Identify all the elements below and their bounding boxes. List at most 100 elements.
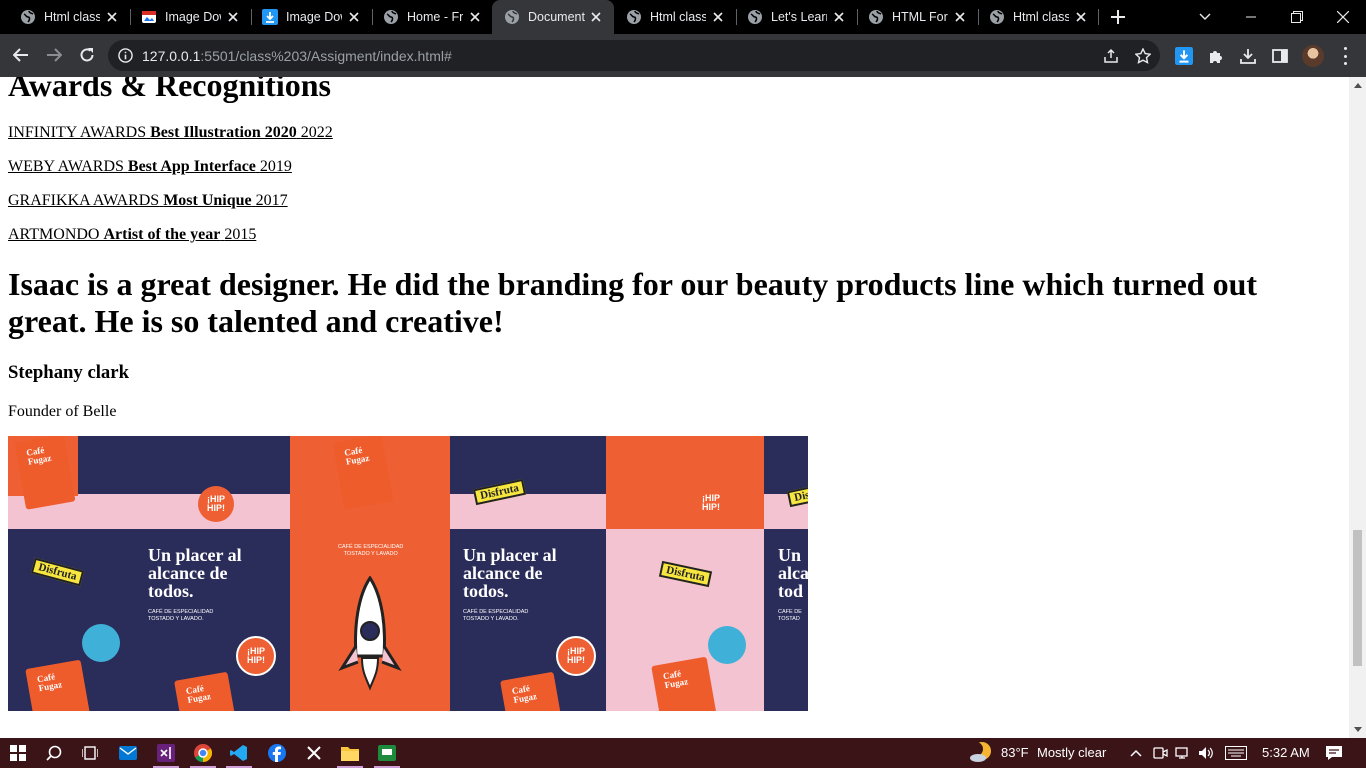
url-text[interactable]: 127.0.0.1:5501/class%203/Assigment/index… — [142, 48, 452, 64]
meet-now-icon[interactable] — [1150, 743, 1170, 763]
file-explorer-icon[interactable] — [340, 743, 360, 763]
award-link[interactable]: ARTMONDO Artist of the year 2015 — [8, 226, 256, 244]
green-app-icon[interactable] — [377, 743, 397, 763]
keyboard-icon[interactable] — [1224, 743, 1248, 763]
coffee-bag-label: Café Fugaz — [36, 671, 63, 694]
forward-button[interactable] — [42, 43, 66, 67]
award-category: Most Unique — [163, 192, 252, 209]
tab-image-download-2[interactable]: Image Dow — [242, 0, 372, 34]
volume-icon[interactable] — [1196, 743, 1216, 763]
close-icon[interactable] — [710, 9, 726, 25]
banner-subtext: CAFÉ DE ESPECIALIDAD TOSTADO Y LAVADO. — [463, 609, 529, 622]
address-bar[interactable]: 127.0.0.1:5501/class%203/Assigment/index… — [108, 40, 1160, 71]
bookmark-star-icon[interactable] — [1134, 47, 1152, 65]
close-icon[interactable] — [225, 9, 241, 25]
globe-icon — [383, 9, 399, 25]
arrow-left-icon — [13, 48, 28, 62]
downloads-icon[interactable] — [1238, 46, 1258, 66]
download-extension-icon[interactable] — [1174, 46, 1194, 66]
profile-avatar[interactable] — [1302, 45, 1324, 67]
info-icon[interactable] — [118, 48, 133, 63]
tab-title: Home - Fr — [407, 10, 463, 24]
close-icon[interactable] — [346, 9, 362, 25]
award-link[interactable]: WEBY AWARDS Best App Interface 2019 — [8, 158, 292, 176]
testimonial-quote: Isaac is a great designer. He did the br… — [8, 266, 1258, 339]
tab-html-class-1[interactable]: Html class — [0, 0, 130, 34]
restore-button[interactable] — [1274, 0, 1320, 34]
chevron-up-icon[interactable] — [1126, 743, 1146, 763]
close-icon[interactable] — [467, 9, 483, 25]
coffee-bag: Café Fugaz — [651, 656, 717, 711]
clock-time[interactable]: 5:32 AM — [1262, 745, 1310, 760]
tab-title: Html class — [650, 10, 706, 24]
reload-button[interactable] — [75, 43, 99, 67]
tab-document[interactable]: Document — [492, 0, 614, 34]
tab-title: Html class — [1013, 10, 1069, 24]
banner-center-tag: CAFÉ DE ESPECIALIDAD TOSTADO Y LAVADO — [338, 544, 404, 557]
mail-icon[interactable] — [118, 743, 138, 763]
download-arrow-icon — [262, 9, 278, 25]
extensions-puzzle-icon[interactable] — [1206, 46, 1226, 66]
new-tab-button[interactable] — [1108, 7, 1128, 27]
award-link[interactable]: INFINITY AWARDS Best Illustration 2020 2… — [8, 124, 333, 142]
tab-lets-learn[interactable]: Let's Learn — [727, 0, 857, 34]
tab-html-class-3[interactable]: Html class — [969, 0, 1099, 34]
scroll-down-arrow-icon[interactable] — [1353, 725, 1362, 734]
facebook-icon[interactable] — [267, 743, 287, 763]
back-button[interactable] — [9, 43, 33, 67]
tab-home[interactable]: Home - Fr — [363, 0, 493, 34]
banner-headline: Un placer al alcance de todos. — [148, 545, 242, 601]
x-app-icon[interactable] — [304, 743, 324, 763]
page-scrollbar[interactable] — [1349, 77, 1366, 738]
page-viewport: Awards & Recognitions INFINITY AWARDS Be… — [0, 77, 1349, 738]
award-org: GRAFIKKA AWARDS — [8, 192, 160, 209]
award-year: 2019 — [259, 158, 292, 175]
close-icon[interactable] — [104, 9, 120, 25]
tab-search-button[interactable] — [1182, 0, 1228, 34]
restore-icon — [1291, 11, 1303, 23]
close-icon[interactable] — [952, 9, 968, 25]
windows-start-icon[interactable] — [8, 743, 28, 763]
visual-studio-icon[interactable] — [156, 743, 176, 763]
tab-title: Let's Learn — [771, 10, 827, 24]
vscode-icon[interactable] — [229, 743, 249, 763]
weather-condition[interactable]: Mostly clear — [1037, 745, 1106, 760]
image-icon — [141, 9, 157, 25]
tab-title: HTML Form — [892, 10, 948, 24]
menu-kebab-icon[interactable] — [1342, 47, 1348, 65]
tab-html-form[interactable]: HTML Form — [848, 0, 978, 34]
award-link[interactable]: GRAFIKKA AWARDS Most Unique 2017 — [8, 192, 288, 210]
share-icon[interactable] — [1102, 47, 1120, 65]
globe-icon — [20, 9, 36, 25]
weather-moon-icon[interactable] — [968, 741, 992, 765]
close-icon[interactable] — [1073, 9, 1089, 25]
task-view-icon[interactable] — [80, 743, 100, 763]
windows-taskbar: 83°F Mostly clear 5:32 AM — [0, 738, 1366, 768]
hip-hip-badge: ¡HIP HIP! — [556, 636, 596, 676]
globe-icon — [868, 9, 884, 25]
minimize-icon — [1246, 16, 1256, 18]
close-icon[interactable] — [588, 9, 604, 25]
side-panel-icon[interactable] — [1270, 46, 1290, 66]
chrome-icon[interactable] — [193, 743, 213, 763]
reload-icon — [80, 48, 94, 62]
scroll-thumb[interactable] — [1353, 530, 1362, 666]
minimize-button[interactable] — [1228, 0, 1274, 34]
tab-title: Image Dow — [165, 10, 221, 24]
close-icon[interactable] — [831, 9, 847, 25]
url-host: 127.0.0.1 — [142, 48, 201, 64]
close-window-button[interactable] — [1320, 0, 1366, 34]
coffee-bag: Café Fugaz — [25, 659, 91, 711]
award-org: INFINITY AWARDS — [8, 124, 147, 141]
coffee-bag-label: Café Fugaz — [511, 683, 538, 705]
plus-icon — [1111, 10, 1125, 24]
tab-image-download-1[interactable]: Image Dow — [121, 0, 251, 34]
tab-strip: Html class Image Dow Image Dow Home - Fr… — [0, 0, 1366, 34]
network-icon[interactable] — [1173, 743, 1193, 763]
weather-temperature[interactable]: 83°F — [1001, 745, 1029, 760]
tab-html-class-2[interactable]: Html class — [606, 0, 736, 34]
search-icon[interactable] — [44, 743, 64, 763]
notifications-icon[interactable] — [1324, 743, 1344, 763]
scroll-up-arrow-icon[interactable] — [1353, 81, 1362, 90]
hip-hip-badge: ¡HIP HIP! — [694, 486, 728, 520]
